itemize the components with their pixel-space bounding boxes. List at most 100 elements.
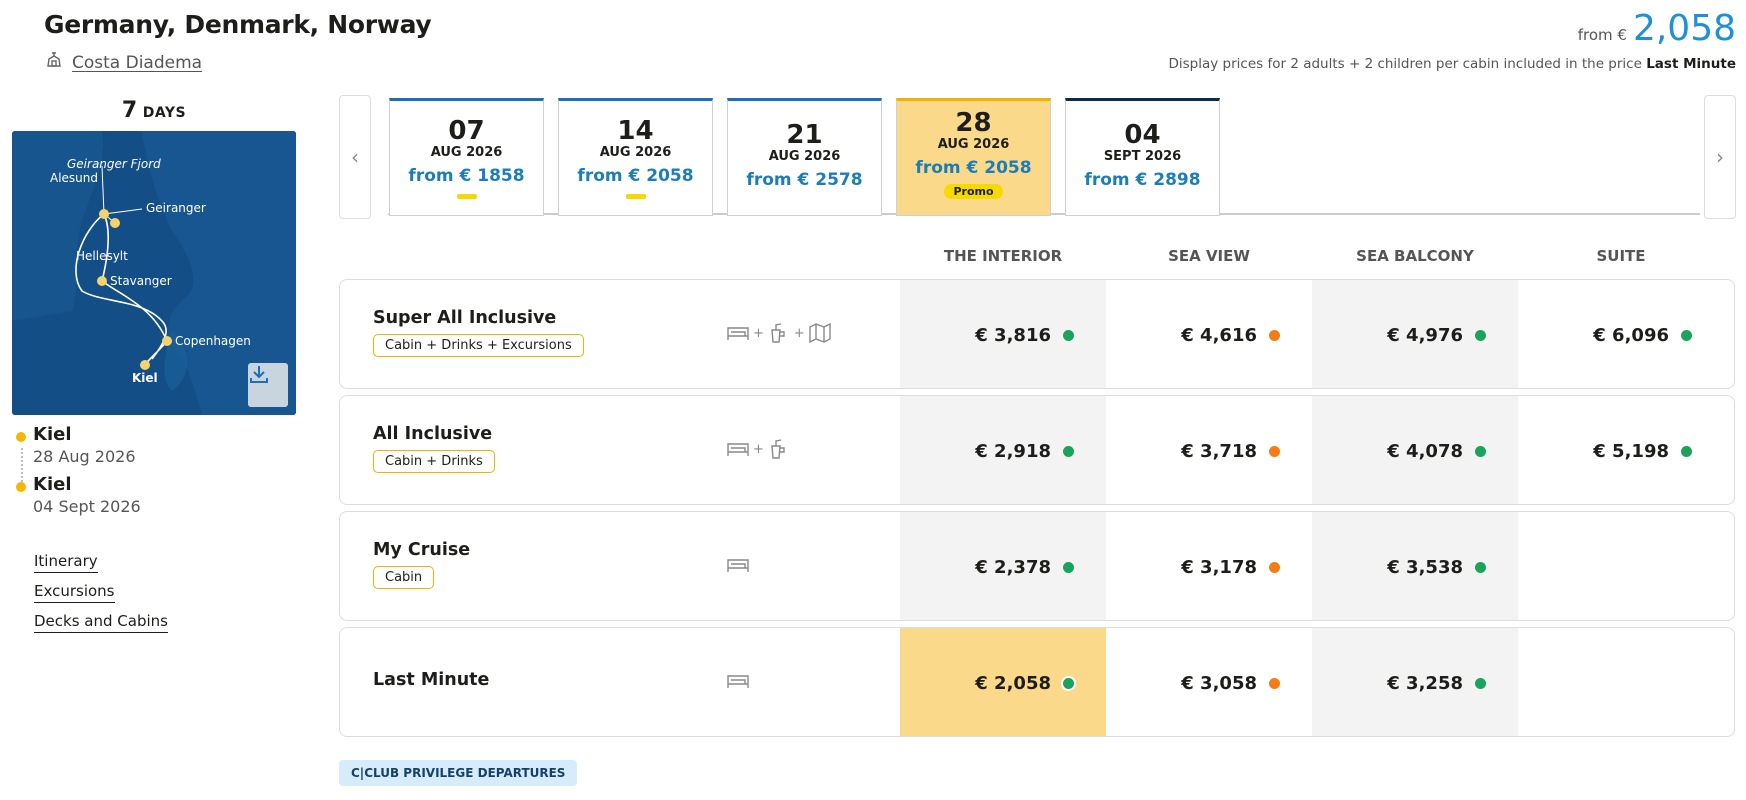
price-value: € 4,616 [1181,324,1257,346]
column-header-suite: SUITE [1596,247,1646,265]
date-month: AUG 2026 [768,149,841,164]
availability-dot [1269,329,1280,341]
cruise-page: Germany, Denmark, Norway Costa Diadema f… [0,0,1746,800]
port-dot [16,482,26,492]
duration: 7 DAYS [12,98,296,123]
map-label-hellesylt: Hellesylt [76,249,128,263]
link-decks-cabins[interactable]: Decks and Cabins [34,612,168,633]
package-chip: Cabin + Drinks [373,450,495,473]
chevron-right-icon: › [1716,145,1724,169]
map-label-stavanger: Stavanger [110,274,172,288]
price-cell[interactable]: € 3,058 [1106,628,1312,736]
package-chip: Cabin + Drinks + Excursions [373,334,584,357]
package-icons: + + [726,322,832,344]
price-value: € 3,538 [1387,556,1463,578]
price-cell[interactable]: € 3,258 [1312,628,1518,736]
package-name: Last Minute [373,670,490,690]
price-cell[interactable]: € 4,976 [1312,280,1518,388]
page-title: Germany, Denmark, Norway [44,10,432,39]
availability-dot [1063,561,1074,573]
map-label-copenhagen: Copenhagen [175,334,251,348]
ship-link[interactable]: Costa Diadema [44,50,202,75]
date-tab[interactable]: 04 SEPT 2026 from € 2898 [1065,98,1220,216]
price-value: € 6,096 [1593,324,1669,346]
port-dot [16,432,26,442]
availability-dot [1681,329,1692,341]
price-value: € 3,718 [1181,440,1257,462]
map-label-kiel: Kiel [132,371,158,385]
price-value: € 5,198 [1593,440,1669,462]
map-icon [809,322,831,344]
package-icons [726,670,750,692]
date-marker [625,194,646,199]
date-tabs: 07 AUG 2026 from € 1858 14 AUG 2026 from… [388,97,1700,216]
port-departure: Kiel 28 Aug 2026 [14,424,141,468]
date-day: 07 [448,116,485,146]
map-label-fjord: Geiranger Fjord [67,157,161,171]
next-dates-button[interactable]: › [1704,95,1736,219]
display-note-text: Display prices for 2 adults + 2 children… [1168,56,1642,72]
price-cell[interactable]: € 2,918 [900,396,1106,504]
column-header-sea-view: SEA VIEW [1168,247,1250,265]
price-cell[interactable]: € 4,078 [1312,396,1518,504]
price-cell-empty [1518,628,1724,736]
ship-icon [44,50,64,75]
availability-dot [1269,561,1280,573]
price-cell[interactable]: € 2,378 [900,512,1106,620]
date-price: from € 2058 [577,166,694,186]
price-value: € 3,058 [1181,672,1257,694]
price-cell[interactable]: € 6,096 [1518,280,1724,388]
from-price: from € 2,058 [1578,8,1736,49]
from-price-value: 2,058 [1632,8,1736,49]
duration-number: 7 [121,98,138,123]
price-cell-selected[interactable]: € 2,058 [900,628,1106,736]
package-name: All Inclusive [373,424,493,444]
download-icon [250,366,268,383]
map-label-geiranger: Geiranger [146,201,206,215]
chevron-left-icon: ‹ [351,145,359,169]
price-cell[interactable]: € 5,198 [1518,396,1724,504]
date-month: AUG 2026 [430,145,503,160]
package-row-last-minute: Last Minute € 2,058 € 3,058 € 3,258 [339,627,1735,737]
link-excursions[interactable]: Excursions [34,582,115,603]
price-value: € 2,378 [975,556,1051,578]
price-cell[interactable]: € 3,538 [1312,512,1518,620]
download-button[interactable] [248,363,288,407]
duration-unit: DAYS [142,105,187,121]
itinerary-map[interactable]: Geiranger Fjord Alesund Geiranger Helles… [12,131,296,415]
price-cell[interactable]: € 3,178 [1106,512,1312,620]
availability-dot [1063,677,1074,689]
column-header-sea-balcony: SEA BALCONY [1356,247,1474,265]
promo-badge: Promo [944,184,1003,199]
date-price: from € 2578 [746,170,863,190]
availability-dot [1681,445,1692,457]
club-privilege-badge[interactable]: C|CLUB PRIVILEGE DEPARTURES [339,760,578,786]
date-day: 28 [955,108,992,138]
drinks-icon [771,323,785,343]
date-tab-selected[interactable]: 28 AUG 2026 from € 2058 Promo [896,98,1051,216]
port-name: Kiel [33,474,72,495]
date-tab[interactable]: 14 AUG 2026 from € 2058 [558,98,713,216]
date-tab[interactable]: 07 AUG 2026 from € 1858 [389,98,544,216]
date-tab[interactable]: 21 AUG 2026 from € 2578 [727,98,882,216]
price-value: € 4,078 [1387,440,1463,462]
price-value: € 3,258 [1387,672,1463,694]
availability-dot [1475,677,1486,689]
price-value: € 4,976 [1387,324,1463,346]
info-links: Itinerary Excursions Decks and Cabins [34,552,168,642]
price-cell[interactable]: € 4,616 [1106,280,1312,388]
availability-dot [1063,445,1074,457]
bed-icon [727,675,749,688]
port-date: 28 Aug 2026 [33,447,136,466]
link-itinerary[interactable]: Itinerary [34,552,98,573]
package-chip: Cabin [373,566,435,589]
price-cell-empty [1518,512,1724,620]
date-month: SEPT 2026 [1103,149,1182,164]
availability-dot [1063,329,1074,341]
availability-dot [1475,561,1486,573]
prev-dates-button[interactable]: ‹ [339,95,371,219]
price-cell[interactable]: € 3,718 [1106,396,1312,504]
price-cell[interactable]: € 3,816 [900,280,1106,388]
bed-icon [727,443,749,456]
port-name: Kiel [33,424,72,445]
